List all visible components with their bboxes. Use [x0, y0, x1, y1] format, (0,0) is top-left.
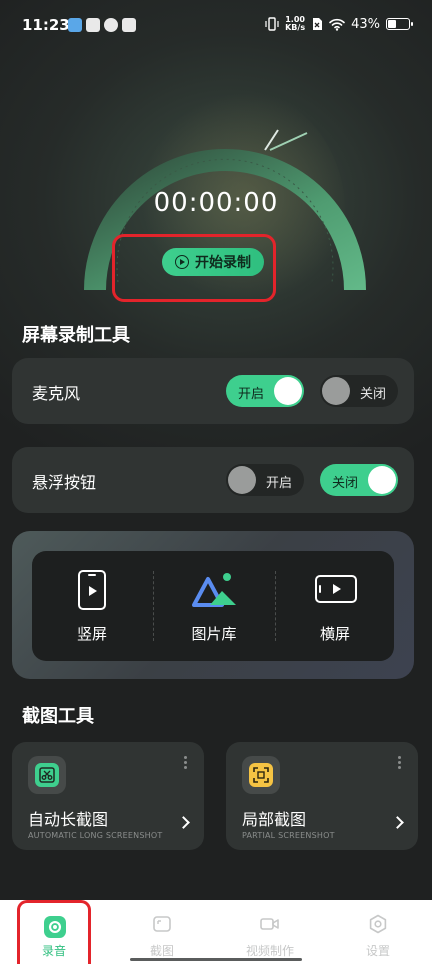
status-right: 1.00 KB/s 43% — [265, 16, 413, 32]
auto-long-screenshot-card[interactable]: 自动长截图 AUTOMATIC LONG SCREENSHOT — [12, 742, 204, 850]
toggle-label: 开启 — [238, 387, 265, 402]
toggle-label: 关闭 — [332, 476, 359, 491]
mode-landscape[interactable]: 横屏 — [276, 551, 394, 661]
chevron-right-icon — [391, 816, 404, 829]
landscape-phone-icon — [315, 575, 357, 603]
record-mode-inner: 竖屏 图片库 横屏 — [32, 551, 394, 661]
crop-frame-icon — [249, 763, 273, 787]
battery-percent: 43% — [351, 16, 380, 32]
mode-label: 图片库 — [191, 625, 237, 643]
mode-portrait[interactable]: 竖屏 — [32, 551, 152, 661]
toggle-knob — [368, 466, 396, 494]
shot-icon-bg — [242, 756, 280, 794]
shot-subtitle: AUTOMATIC LONG SCREENSHOT — [28, 831, 163, 840]
message-icon — [122, 18, 136, 32]
scissors-icon — [35, 763, 59, 787]
toggle-knob — [228, 466, 256, 494]
section-title-screenshot-tools: 截图工具 — [22, 706, 94, 727]
status-time: 11:23 — [22, 16, 70, 34]
no-sim-icon — [313, 18, 323, 30]
section-title-screen-tools: 屏幕录制工具 — [22, 325, 130, 346]
nav-label: 视频制作 — [245, 944, 294, 958]
mode-gallery[interactable]: 图片库 — [154, 551, 274, 661]
more-icon[interactable] — [398, 756, 402, 771]
more-icon[interactable] — [184, 756, 188, 771]
floating-button-card: 悬浮按钮 开启 关闭 — [12, 447, 414, 513]
shot-subtitle: PARTIAL SCREENSHOT — [242, 831, 335, 840]
toggle-knob — [274, 377, 302, 405]
nav-label: 设置 — [365, 944, 390, 958]
highlight-annotation-start — [112, 234, 276, 302]
battery-level — [388, 20, 397, 28]
status-bar: 11:23 1.00 KB/s 43% — [0, 0, 432, 52]
settings-icon — [369, 914, 387, 934]
floating-button-on-toggle[interactable]: 开启 — [226, 464, 304, 496]
app-screen: 11:23 1.00 KB/s 43% 00:00:00 开始录制 屏幕录制工具… — [0, 0, 432, 964]
shot-icon-bg — [28, 756, 66, 794]
battery-icon — [386, 18, 413, 30]
shot-title: 自动长截图 — [28, 810, 109, 829]
floating-button-label: 悬浮按钮 — [32, 473, 97, 492]
mode-label: 竖屏 — [76, 625, 107, 643]
home-indicator[interactable] — [130, 958, 302, 961]
microphone-label: 麦克风 — [32, 384, 81, 403]
portrait-phone-icon — [78, 570, 106, 610]
vibrate-icon — [265, 17, 279, 31]
nav-item-screenshot[interactable]: 截图 — [108, 900, 216, 964]
nav-label: 截图 — [149, 944, 174, 958]
microphone-on-toggle[interactable]: 开启 — [226, 375, 304, 407]
nav-item-video[interactable]: 视频制作 — [216, 900, 324, 964]
net-speed-unit: KB/s — [285, 23, 306, 32]
notification-app-icon — [86, 18, 100, 32]
microphone-off-toggle[interactable]: 关闭 — [320, 375, 398, 407]
screenshot-icon — [153, 916, 171, 932]
highlight-annotation-nav — [17, 900, 91, 964]
wifi-icon — [329, 18, 345, 31]
partial-screenshot-card[interactable]: 局部截图 PARTIAL SCREENSHOT — [226, 742, 418, 850]
shot-title: 局部截图 — [242, 810, 307, 829]
net-speed: 1.00 KB/s — [285, 16, 305, 32]
chevron-right-icon — [177, 816, 190, 829]
toggle-label: 开启 — [265, 476, 292, 491]
mode-label: 横屏 — [319, 625, 350, 643]
microphone-card: 麦克风 开启 关闭 — [12, 358, 414, 424]
gallery-icon — [192, 573, 236, 607]
record-timer: 00:00:00 — [153, 188, 279, 218]
notification-app-icon — [68, 18, 82, 32]
toggle-label: 关闭 — [359, 387, 386, 402]
video-camera-icon — [260, 918, 279, 930]
record-mode-panel: 竖屏 图片库 横屏 — [12, 531, 414, 679]
nav-item-settings[interactable]: 设置 — [324, 900, 432, 964]
floating-button-off-toggle[interactable]: 关闭 — [320, 464, 398, 496]
notification-app-icon — [104, 18, 118, 32]
toggle-knob — [322, 377, 350, 405]
